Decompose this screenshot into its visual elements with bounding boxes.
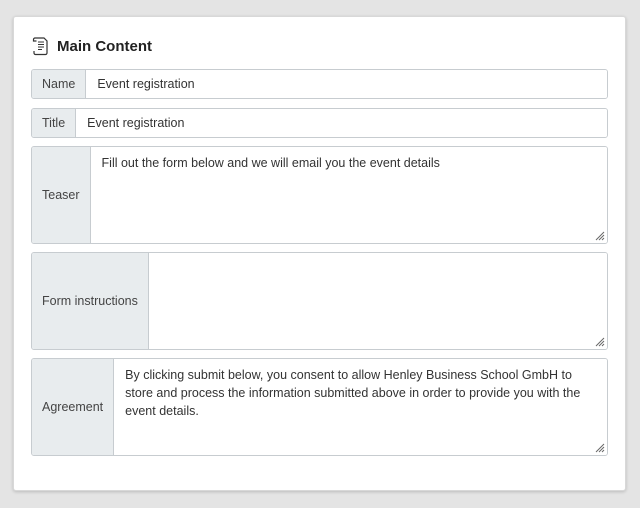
agreement-row: Agreement By clicking submit below, you … — [31, 358, 608, 456]
main-content-panel: Main Content Name Title Teaser Fill out … — [13, 16, 626, 491]
form-instructions-label: Form instructions — [32, 253, 149, 349]
name-label: Name — [32, 70, 87, 98]
panel-title: Main Content — [57, 37, 152, 55]
panel-header: Main Content — [32, 35, 152, 57]
resize-handle-icon[interactable] — [594, 336, 605, 347]
title-label: Title — [32, 109, 77, 137]
title-row: Title — [31, 108, 608, 138]
teaser-row: Teaser Fill out the form below and we wi… — [31, 146, 608, 244]
form-instructions-row: Form instructions — [31, 252, 608, 350]
form-instructions-textarea[interactable] — [148, 253, 607, 349]
document-icon — [32, 36, 50, 56]
agreement-textarea[interactable]: By clicking submit below, you consent to… — [114, 359, 607, 455]
teaser-label: Teaser — [32, 147, 91, 243]
resize-handle-icon[interactable] — [594, 442, 605, 453]
name-row: Name — [31, 69, 608, 99]
teaser-textarea[interactable]: Fill out the form below and we will emai… — [90, 147, 607, 243]
agreement-label: Agreement — [32, 359, 115, 455]
resize-handle-icon[interactable] — [594, 230, 605, 241]
name-input[interactable] — [86, 70, 607, 98]
title-input[interactable] — [76, 109, 607, 137]
